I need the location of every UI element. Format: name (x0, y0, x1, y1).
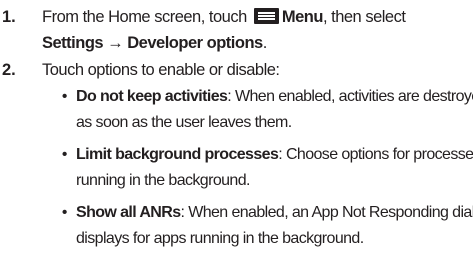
step-text: From the Home screen, touch Menu, then s… (42, 4, 467, 30)
bullet-line-2: displays for apps running in the backgro… (76, 230, 364, 247)
bullet-line-2: as soon as the user leaves them. (76, 114, 292, 131)
step-text: Touch options to enable or disable: (42, 61, 280, 79)
step-1-suffix: , then select (322, 8, 406, 26)
option-term: Do not keep activities (76, 88, 228, 105)
option-term: Show all ANRs (76, 204, 181, 221)
step-number: 1. (2, 8, 16, 26)
option-term: Limit background processes (76, 146, 279, 163)
menu-label: Menu (281, 8, 324, 26)
step-1-prefix: From the Home screen, touch (42, 8, 247, 26)
bullet-line-1: Show all ANRs: When enabled, an App Not … (76, 200, 473, 226)
step-number: 2. (2, 61, 16, 79)
settings-path: Settings → Developer options (42, 34, 263, 52)
option-description: : When enabled, an App Not Responding di… (180, 204, 473, 221)
option-description: : When enabled, activities are destroyed (227, 88, 473, 105)
bullet-dot: • (62, 204, 68, 221)
bullet-line-1: Do not keep activities: When enabled, ac… (76, 84, 473, 110)
bullet-line-2: running in the background. (76, 172, 250, 189)
step-1-period: . (262, 34, 268, 52)
step-1-line-2: Settings → Developer options. (42, 30, 467, 56)
bullet-dot: • (62, 88, 68, 105)
bullet-line-1: Limit background processes: Choose optio… (76, 142, 473, 168)
bullet-dot: • (62, 146, 68, 163)
option-description: : Choose options for processes (278, 146, 473, 163)
menu-icon (253, 8, 279, 24)
instruction-page: 1. From the Home screen, touch Menu, the… (0, 0, 473, 268)
